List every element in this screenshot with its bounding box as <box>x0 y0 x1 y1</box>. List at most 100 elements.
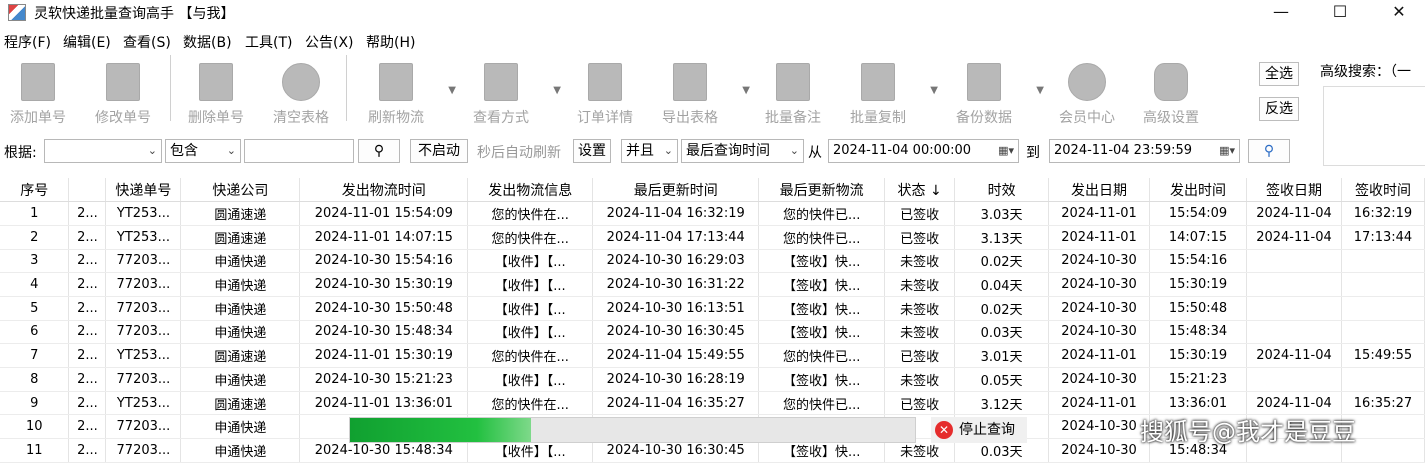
table-cell: 15:30:19 <box>1149 343 1247 368</box>
logic-select[interactable]: 并且 ⌄ <box>621 139 678 163</box>
refresh-logistics-button[interactable]: 刷新物流 ▼ <box>358 57 456 126</box>
table-row[interactable]: 3 2... 77203... 申通快递 2024-10-30 15:54:16 【收件】… <box>0 249 1425 274</box>
menu-edit[interactable]: 编辑(E) <box>63 32 111 52</box>
column-header[interactable]: 序号 <box>0 178 70 203</box>
menu-tools[interactable]: 工具(T) <box>245 32 292 52</box>
filter-text-input[interactable] <box>244 139 354 163</box>
table-row[interactable]: 4 2... 77203... 申通快递 2024-10-30 15:30:19 【收件】… <box>0 272 1425 297</box>
column-header[interactable]: 发出日期 <box>1048 178 1151 203</box>
stop-query-button[interactable]: ✕ 停止查询 <box>931 417 1027 443</box>
column-header[interactable]: 签收时间 <box>1341 178 1425 203</box>
table-row[interactable]: 8 2... 77203... 申通快递 2024-10-30 15:21:23 【收件】… <box>0 367 1425 392</box>
table-row[interactable]: 5 2... 77203... 申通快递 2024-10-30 15:50:48 【收件】… <box>0 296 1425 321</box>
table-cell: 2024-11-01 <box>1048 201 1151 226</box>
stop-icon: ✕ <box>935 421 953 439</box>
title-bar: 灵软快递批量查询高手 【与我】 — ☐ ✕ <box>0 0 1425 26</box>
delete-number-button[interactable]: 删除单号 <box>178 57 254 126</box>
table-cell: 2 <box>0 225 70 250</box>
table-cell: 申通快递 <box>180 438 301 463</box>
from-datetime-input[interactable]: 2024-11-04 00:00:00 ▦▾ <box>828 139 1019 163</box>
advanced-settings-button[interactable]: 高级设置 <box>1133 57 1209 126</box>
table-cell: 申通快递 <box>180 249 301 274</box>
table-cell: 2024-11-01 15:54:09 <box>299 201 469 226</box>
chevron-down-icon[interactable]: ▼ <box>930 85 938 96</box>
delete-doc-icon <box>199 63 233 101</box>
menu-notice[interactable]: 公告(X) <box>305 32 354 52</box>
view-mode-button[interactable]: 查看方式 ▼ <box>463 57 561 126</box>
table-cell: 2... <box>68 272 107 297</box>
stop-query-label: 停止查询 <box>959 422 1015 438</box>
table-cell: 已签收 <box>884 225 956 250</box>
table-row[interactable]: 6 2... 77203... 申通快递 2024-10-30 15:48:34 【收件】… <box>0 320 1425 345</box>
minimize-button[interactable]: — <box>1252 0 1310 26</box>
column-header[interactable]: 快递单号 <box>105 178 182 203</box>
chevron-down-icon[interactable]: ▼ <box>553 85 561 96</box>
edit-number-button[interactable]: 修改单号 <box>85 57 161 126</box>
query-progress-fill <box>350 418 531 442</box>
member-center-button[interactable]: 会员中心 <box>1049 57 1125 126</box>
table-row[interactable]: 7 2... YT253... 圆通速递 2024-11-01 15:30:19 您的快件… <box>0 343 1425 368</box>
close-button[interactable]: ✕ <box>1370 0 1425 26</box>
column-header[interactable]: 发出时间 <box>1149 178 1247 203</box>
order-detail-button[interactable]: 订单详情 <box>567 57 643 126</box>
to-datetime-input[interactable]: 2024-11-04 23:59:59 ▦▾ <box>1049 139 1240 163</box>
table-cell: 2... <box>68 201 107 226</box>
date-search-button[interactable]: ⚲ <box>1248 139 1290 163</box>
table-cell: 2024-10-30 16:30:45 <box>592 320 760 345</box>
from-label: 从 <box>808 145 822 161</box>
column-header[interactable]: 发出物流信息 <box>467 178 594 203</box>
column-header[interactable]: 签收日期 <box>1246 178 1342 203</box>
match-type-select[interactable]: 包含 ⌄ <box>165 139 241 163</box>
refresh-settings-button[interactable]: 设置 <box>573 139 611 163</box>
table-cell: 8 <box>0 367 70 392</box>
time-field-select[interactable]: 最后查询时间 ⌄ <box>681 139 804 163</box>
filter-search-button[interactable]: ⚲ <box>358 139 400 163</box>
table-row[interactable]: 1 2... YT253... 圆通速递 2024-11-01 15:54:09 您的快件… <box>0 201 1425 226</box>
chevron-down-icon[interactable]: ▼ <box>1036 85 1044 96</box>
clear-table-button[interactable]: 清空表格 <box>263 57 339 126</box>
column-header[interactable]: 最后更新时间 <box>592 178 760 203</box>
invert-selection-button[interactable]: 反选 <box>1259 97 1299 121</box>
column-header[interactable]: 最后更新物流 <box>758 178 886 203</box>
filter-field-select[interactable]: ⌄ <box>44 139 162 163</box>
add-number-button[interactable]: 添加单号 <box>0 57 76 126</box>
table-cell: 2024-10-30 16:31:22 <box>592 272 760 297</box>
chevron-down-icon[interactable]: ▼ <box>448 85 456 96</box>
batch-note-button[interactable]: 批量备注 <box>755 57 831 126</box>
menu-help[interactable]: 帮助(H) <box>366 32 415 52</box>
column-header[interactable]: 状态 ↓ <box>884 178 956 203</box>
menu-view[interactable]: 查看(S) <box>123 32 171 52</box>
table-cell: 2024-10-30 <box>1048 320 1151 345</box>
batch-copy-label: 批量复制 <box>850 110 906 126</box>
table-cell <box>1246 272 1342 297</box>
batch-copy-button[interactable]: 批量复制 ▼ <box>840 57 938 126</box>
chevron-down-icon: ⌄ <box>147 144 157 157</box>
calendar-icon[interactable]: ▦▾ <box>998 140 1014 162</box>
column-header[interactable] <box>68 178 107 203</box>
clock-icon <box>1068 63 1106 101</box>
add-number-label: 添加单号 <box>10 110 66 126</box>
table-cell: 2... <box>68 414 107 440</box>
export-table-icon <box>673 63 707 101</box>
column-header[interactable]: 时效 <box>954 178 1050 203</box>
auto-refresh-label: 秒后自动刷新 <box>477 145 561 161</box>
auto-refresh-toggle[interactable]: 不启动 <box>410 139 468 163</box>
column-header[interactable]: 发出物流时间 <box>299 178 469 203</box>
table-cell: 3.13天 <box>954 225 1050 250</box>
column-header[interactable]: 快递公司 <box>180 178 301 203</box>
table-cell: 2024-10-30 15:50:48 <box>299 296 469 321</box>
menu-data[interactable]: 数据(B) <box>183 32 232 52</box>
table-cell: 2024-10-30 <box>1048 367 1151 392</box>
from-datetime-value: 2024-11-04 00:00:00 <box>833 143 972 158</box>
table-cell: 2... <box>68 225 107 250</box>
table-row[interactable]: 2 2... YT253... 圆通速递 2024-11-01 14:07:15 您的快件… <box>0 225 1425 250</box>
chevron-down-icon[interactable]: ▼ <box>742 85 750 96</box>
calendar-icon[interactable]: ▦▾ <box>1219 140 1235 162</box>
table-cell: 3 <box>0 249 70 274</box>
menu-program[interactable]: 程序(F) <box>4 32 51 52</box>
export-table-button[interactable]: 导出表格 ▼ <box>652 57 750 126</box>
select-all-button[interactable]: 全选 <box>1259 62 1299 86</box>
table-cell: 未签收 <box>884 296 956 321</box>
maximize-button[interactable]: ☐ <box>1311 0 1369 26</box>
backup-data-button[interactable]: 备份数据 ▼ <box>946 57 1044 126</box>
